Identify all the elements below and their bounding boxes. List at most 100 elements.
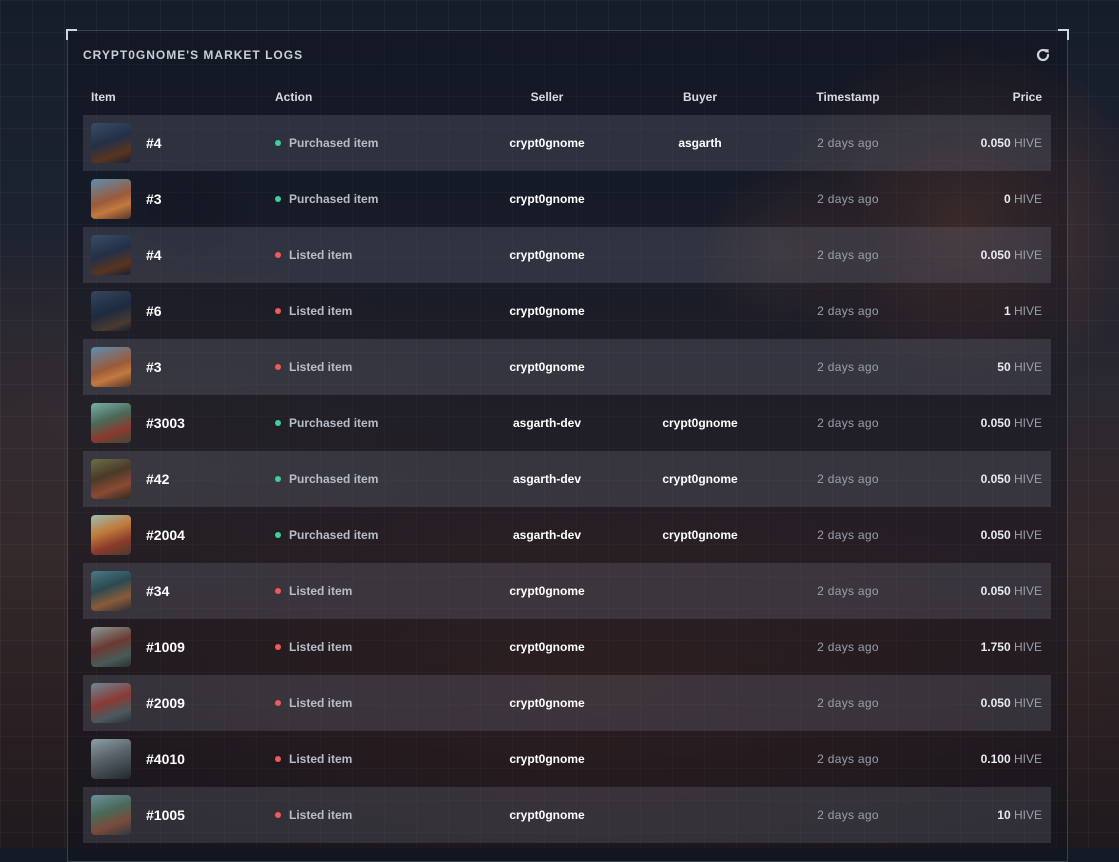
item-thumbnail[interactable] (91, 235, 131, 275)
action-text: Listed item (289, 304, 353, 318)
seller-name[interactable]: crypt0gnome (477, 136, 617, 150)
buyer-name[interactable]: crypt0gnome (630, 472, 770, 486)
buyer-name[interactable]: crypt0gnome (630, 528, 770, 542)
item-id[interactable]: #3 (146, 359, 162, 375)
seller-name[interactable]: crypt0gnome (477, 360, 617, 374)
item-thumbnail[interactable] (91, 347, 131, 387)
seller-name[interactable]: asgarth-dev (477, 472, 617, 486)
table-row[interactable]: #34 Listed item crypt0gnome 2 days ago 0… (83, 563, 1051, 619)
seller-name[interactable]: crypt0gnome (477, 696, 617, 710)
table-row[interactable]: #3 Purchased item crypt0gnome 2 days ago… (83, 171, 1051, 227)
action-label: Listed item (275, 248, 352, 262)
table-row[interactable]: #4 Listed item crypt0gnome 2 days ago 0.… (83, 227, 1051, 283)
seller-name[interactable]: crypt0gnome (477, 304, 617, 318)
price-amount: 50 (997, 360, 1011, 374)
table-row[interactable]: #6 Listed item crypt0gnome 2 days ago 1 … (83, 283, 1051, 339)
timestamp: 2 days ago (817, 192, 879, 206)
table-row[interactable]: #3 Listed item crypt0gnome 2 days ago 50… (83, 339, 1051, 395)
table-row[interactable]: #2009 Listed item crypt0gnome 2 days ago… (83, 675, 1051, 731)
action-label: Purchased item (275, 192, 378, 206)
action-text: Listed item (289, 248, 353, 262)
table-row[interactable]: #1005 Listed item crypt0gnome 2 days ago… (83, 787, 1051, 843)
price-currency: HIVE (1013, 808, 1042, 822)
action-text: Purchased item (289, 416, 379, 430)
price: 1.750 HIVE (981, 640, 1042, 654)
seller-name[interactable]: crypt0gnome (477, 248, 617, 262)
status-dot-icon (275, 812, 281, 818)
action-label: Listed item (275, 808, 352, 822)
item-id[interactable]: #42 (146, 471, 169, 487)
page-title: CRYPT0GNOME'S MARKET LOGS (83, 48, 304, 62)
price-amount: 0.050 (980, 248, 1011, 262)
action-text: Listed item (289, 584, 353, 598)
seller-name[interactable]: crypt0gnome (477, 752, 617, 766)
table-row[interactable]: #2004 Purchased item asgarth-dev crypt0g… (83, 507, 1051, 563)
seller-name[interactable]: asgarth-dev (477, 528, 617, 542)
item-id[interactable]: #1009 (146, 639, 185, 655)
item-id[interactable]: #3003 (146, 415, 185, 431)
price: 0.050 HIVE (981, 584, 1042, 598)
item-thumbnail[interactable] (91, 795, 131, 835)
price-amount: 1.750 (980, 640, 1011, 654)
item-thumbnail[interactable] (91, 123, 131, 163)
timestamp: 2 days ago (817, 136, 879, 150)
table-row[interactable]: #3003 Purchased item asgarth-dev crypt0g… (83, 395, 1051, 451)
refresh-icon[interactable] (1035, 47, 1051, 63)
table-row[interactable]: #42 Purchased item asgarth-dev crypt0gno… (83, 451, 1051, 507)
price-amount: 0.050 (980, 696, 1011, 710)
buyer-name[interactable]: asgarth (630, 136, 770, 150)
price: 0.050 HIVE (981, 136, 1042, 150)
table-row[interactable]: #4010 Listed item crypt0gnome 2 days ago… (83, 731, 1051, 787)
price: 0.050 HIVE (981, 696, 1042, 710)
item-id[interactable]: #6 (146, 303, 162, 319)
price: 0.050 HIVE (981, 248, 1042, 262)
action-label: Listed item (275, 360, 352, 374)
price-amount: 0.100 (980, 752, 1011, 766)
status-dot-icon (275, 364, 281, 370)
status-dot-icon (275, 476, 281, 482)
price: 0.050 HIVE (981, 472, 1042, 486)
item-id[interactable]: #2009 (146, 695, 185, 711)
item-id[interactable]: #34 (146, 583, 169, 599)
price-currency: HIVE (1013, 584, 1042, 598)
item-id[interactable]: #1005 (146, 807, 185, 823)
action-text: Purchased item (289, 472, 379, 486)
seller-name[interactable]: crypt0gnome (477, 192, 617, 206)
status-dot-icon (275, 644, 281, 650)
seller-name[interactable]: asgarth-dev (477, 416, 617, 430)
price-currency: HIVE (1013, 192, 1042, 206)
price-currency: HIVE (1013, 360, 1042, 374)
price-currency: HIVE (1013, 640, 1042, 654)
item-thumbnail[interactable] (91, 515, 131, 555)
action-text: Listed item (289, 696, 353, 710)
item-thumbnail[interactable] (91, 627, 131, 667)
action-label: Purchased item (275, 472, 378, 486)
item-id[interactable]: #3 (146, 191, 162, 207)
table-row[interactable]: #1009 Listed item crypt0gnome 2 days ago… (83, 619, 1051, 675)
price-amount: 0.050 (980, 416, 1011, 430)
item-id[interactable]: #4 (146, 247, 162, 263)
item-thumbnail[interactable] (91, 571, 131, 611)
item-id[interactable]: #2004 (146, 527, 185, 543)
table-row[interactable]: #4 Purchased item crypt0gnome asgarth 2 … (83, 115, 1051, 171)
action-label: Purchased item (275, 136, 378, 150)
item-thumbnail[interactable] (91, 683, 131, 723)
item-thumbnail[interactable] (91, 291, 131, 331)
timestamp: 2 days ago (817, 528, 879, 542)
header-seller: Seller (530, 90, 564, 104)
item-id[interactable]: #4 (146, 135, 162, 151)
status-dot-icon (275, 420, 281, 426)
buyer-name[interactable]: crypt0gnome (630, 416, 770, 430)
item-thumbnail[interactable] (91, 179, 131, 219)
item-thumbnail[interactable] (91, 739, 131, 779)
seller-name[interactable]: crypt0gnome (477, 808, 617, 822)
seller-name[interactable]: crypt0gnome (477, 640, 617, 654)
price-amount: 0.050 (980, 472, 1011, 486)
action-text: Purchased item (289, 192, 379, 206)
item-thumbnail[interactable] (91, 403, 131, 443)
seller-name[interactable]: crypt0gnome (477, 584, 617, 598)
item-id[interactable]: #4010 (146, 751, 185, 767)
panel-corner-top-left (66, 29, 77, 40)
item-thumbnail[interactable] (91, 459, 131, 499)
price: 1 HIVE (1004, 304, 1042, 318)
